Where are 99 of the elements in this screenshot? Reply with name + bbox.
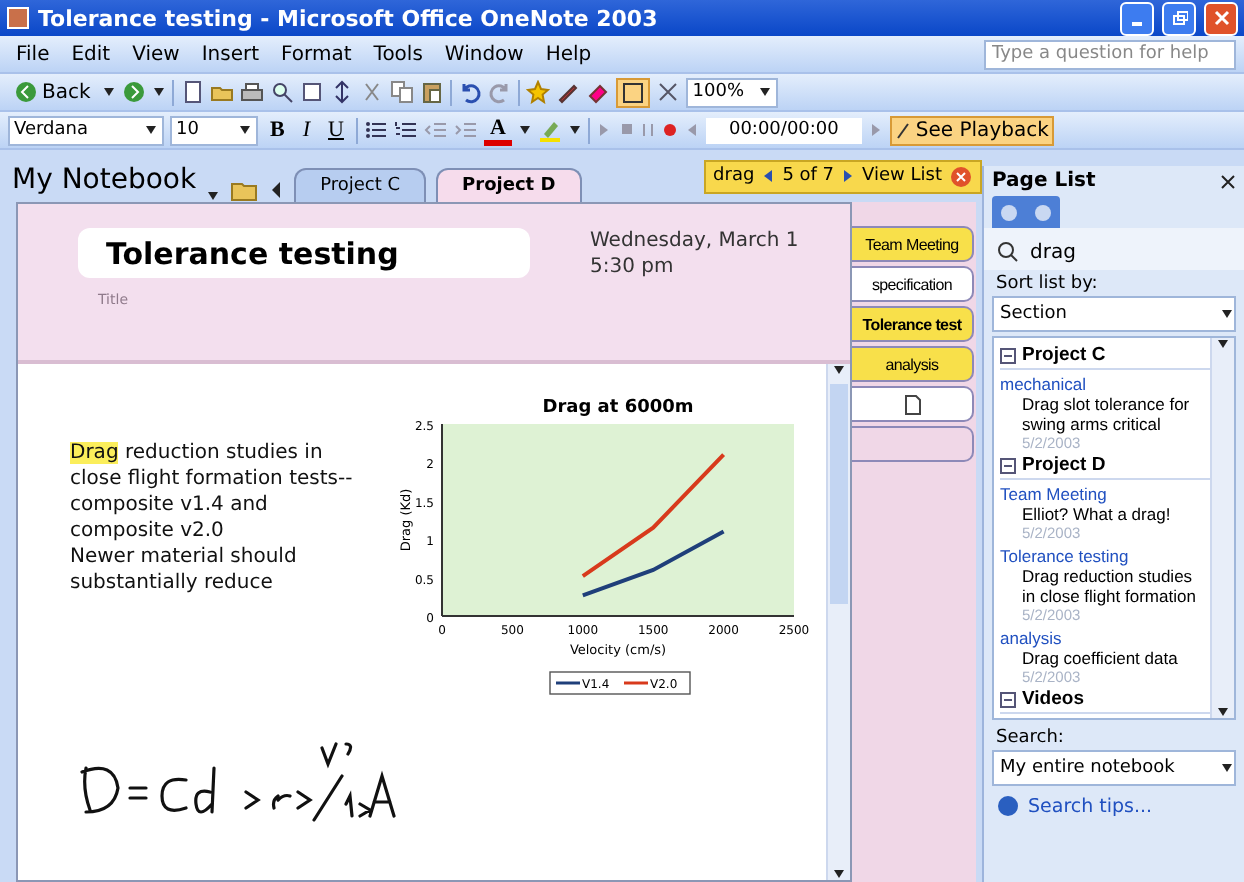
menu-item[interactable]: Window: [436, 43, 532, 65]
section-group-title[interactable]: Videos: [1022, 688, 1084, 710]
dropdown-caret-icon[interactable]: [238, 124, 252, 136]
menu-item[interactable]: Help: [537, 43, 600, 65]
page-link[interactable]: analysis: [1000, 628, 1210, 648]
dropdown-caret-icon[interactable]: [567, 124, 582, 136]
search-term: drag: [713, 166, 755, 186]
print-icon[interactable]: [240, 80, 265, 104]
sort-label: Sort list by:: [994, 272, 1100, 296]
scroll-down-icon[interactable]: [1216, 706, 1230, 718]
minimize-button[interactable]: [1120, 1, 1154, 35]
dropdown-caret-icon[interactable]: [1220, 308, 1234, 320]
notebook-title[interactable]: My Notebook: [12, 164, 197, 202]
search-icon[interactable]: [996, 240, 1020, 264]
sort-dropdown[interactable]: Section: [992, 296, 1236, 332]
window-title: Tolerance testing - Microsoft Office OneNote 2003: [38, 5, 660, 31]
close-icon[interactable]: [656, 80, 681, 104]
section-tab[interactable]: Project C: [294, 168, 427, 202]
undo-icon[interactable]: [458, 80, 483, 104]
page-link[interactable]: Tolerance testing: [1000, 546, 1210, 566]
audio-pen-icon[interactable]: [895, 120, 912, 140]
note-text: Drag reduction studies in close flight formation tests--composite v1.4 and composite v2.0: [70, 440, 355, 544]
spacing-icon[interactable]: [330, 80, 355, 104]
record-icon[interactable]: [661, 118, 678, 142]
restore-icon[interactable]: [1171, 10, 1187, 26]
underline-button[interactable]: U: [322, 118, 350, 142]
see-playback-button[interactable]: See Playback: [889, 115, 1055, 145]
menu-item[interactable]: View: [124, 43, 188, 65]
section-tab[interactable]: Project D: [436, 168, 582, 202]
collapse-icon[interactable]: [1000, 347, 1016, 363]
star-icon[interactable]: [526, 80, 551, 104]
help-search-field[interactable]: Type a question for help: [984, 39, 1236, 69]
paste-icon[interactable]: [420, 80, 445, 104]
frame-icon[interactable]: [622, 81, 645, 103]
menu-item[interactable]: File: [8, 43, 58, 65]
pen-icon[interactable]: [556, 80, 581, 104]
search-tips-link[interactable]: Search tips...: [984, 786, 1244, 826]
result-position: 5 of 7: [782, 166, 835, 186]
page-date: Wednesday, March 1: [590, 228, 799, 254]
restore-button[interactable]: [1162, 1, 1196, 35]
pane-title: Page List: [992, 170, 1096, 192]
view-list-link[interactable]: View List: [862, 166, 942, 186]
collapse-icon[interactable]: [1000, 691, 1016, 707]
dropdown-caret-icon[interactable]: [152, 86, 167, 98]
previous-arrow-icon[interactable]: [762, 168, 775, 184]
bullet-list-icon[interactable]: [363, 118, 388, 142]
app-icon: [6, 6, 30, 30]
page-link[interactable]: mechanical: [1000, 374, 1210, 394]
dropdown-caret-icon[interactable]: [102, 86, 117, 98]
menu-item[interactable]: Edit: [63, 43, 119, 65]
next-arrow-icon[interactable]: [842, 168, 855, 184]
bold-button[interactable]: B: [264, 118, 291, 142]
font-size-dropdown[interactable]: 10: [170, 115, 258, 145]
new-page-tab[interactable]: [852, 386, 974, 422]
page-layout-icon[interactable]: [300, 80, 325, 104]
note-container-button[interactable]: [616, 77, 651, 107]
close-icon[interactable]: [1220, 173, 1236, 189]
page-tab[interactable]: analysis: [852, 346, 974, 382]
page-title-field[interactable]: Tolerance testing: [78, 228, 530, 278]
font-color-button[interactable]: A: [483, 115, 512, 145]
search-label: Search:: [994, 726, 1066, 750]
italic-button[interactable]: I: [296, 118, 317, 142]
back-button[interactable]: Back: [8, 76, 97, 108]
section-group-title[interactable]: Project C: [1022, 344, 1106, 366]
scrollbar-thumb[interactable]: [830, 384, 848, 604]
page-tab[interactable]: specification: [852, 266, 974, 302]
result-snippet: Elliot? What a drag!: [1020, 504, 1173, 524]
chart-legend: [549, 671, 691, 695]
page-tab[interactable]: Team Meeting: [852, 226, 974, 262]
menu-item[interactable]: Tools: [365, 43, 431, 65]
numbered-list-icon[interactable]: [393, 118, 418, 142]
result-snippet: Drag reduction studies in close flight formation: [1020, 566, 1198, 606]
page-time: 5:30 pm: [590, 254, 676, 280]
dropdown-caret-icon[interactable]: [758, 86, 773, 98]
note-text: Newer material should substantially reduce: [70, 544, 299, 596]
close-button[interactable]: [1204, 1, 1238, 35]
result-snippet: Drag slot tolerance for swing arms critical: [1020, 394, 1192, 434]
search-term: drag: [1030, 241, 1076, 263]
page-link[interactable]: Team Meeting: [1000, 484, 1210, 504]
menu-item[interactable]: Format: [273, 43, 360, 65]
dropdown-caret-icon[interactable]: [517, 124, 532, 136]
dropdown-caret-icon[interactable]: [1220, 762, 1234, 774]
scroll-down-icon[interactable]: [832, 868, 846, 880]
eraser-icon[interactable]: [586, 80, 611, 104]
page-icon[interactable]: [903, 393, 921, 415]
chart-title: Drag at 6000m: [542, 398, 694, 418]
new-page-icon[interactable]: [180, 80, 205, 104]
time-display: 00:00/00:00: [705, 117, 862, 143]
menu-item[interactable]: Insert: [193, 43, 268, 65]
collapse-icon[interactable]: [1000, 457, 1016, 473]
dropdown-caret-icon[interactable]: [144, 124, 158, 136]
page-tab[interactable]: Tolerance test: [852, 306, 974, 342]
section-group-title[interactable]: Project D: [1022, 454, 1106, 476]
font-dropdown[interactable]: Verdana: [8, 115, 164, 145]
result-snippet: Drag coefficient data: [1020, 648, 1180, 668]
zoom-dropdown[interactable]: 100%: [686, 77, 779, 107]
preview-icon[interactable]: [270, 80, 295, 104]
search-scope-dropdown[interactable]: My entire notebook: [992, 750, 1236, 786]
copy-icon[interactable]: [390, 80, 415, 104]
